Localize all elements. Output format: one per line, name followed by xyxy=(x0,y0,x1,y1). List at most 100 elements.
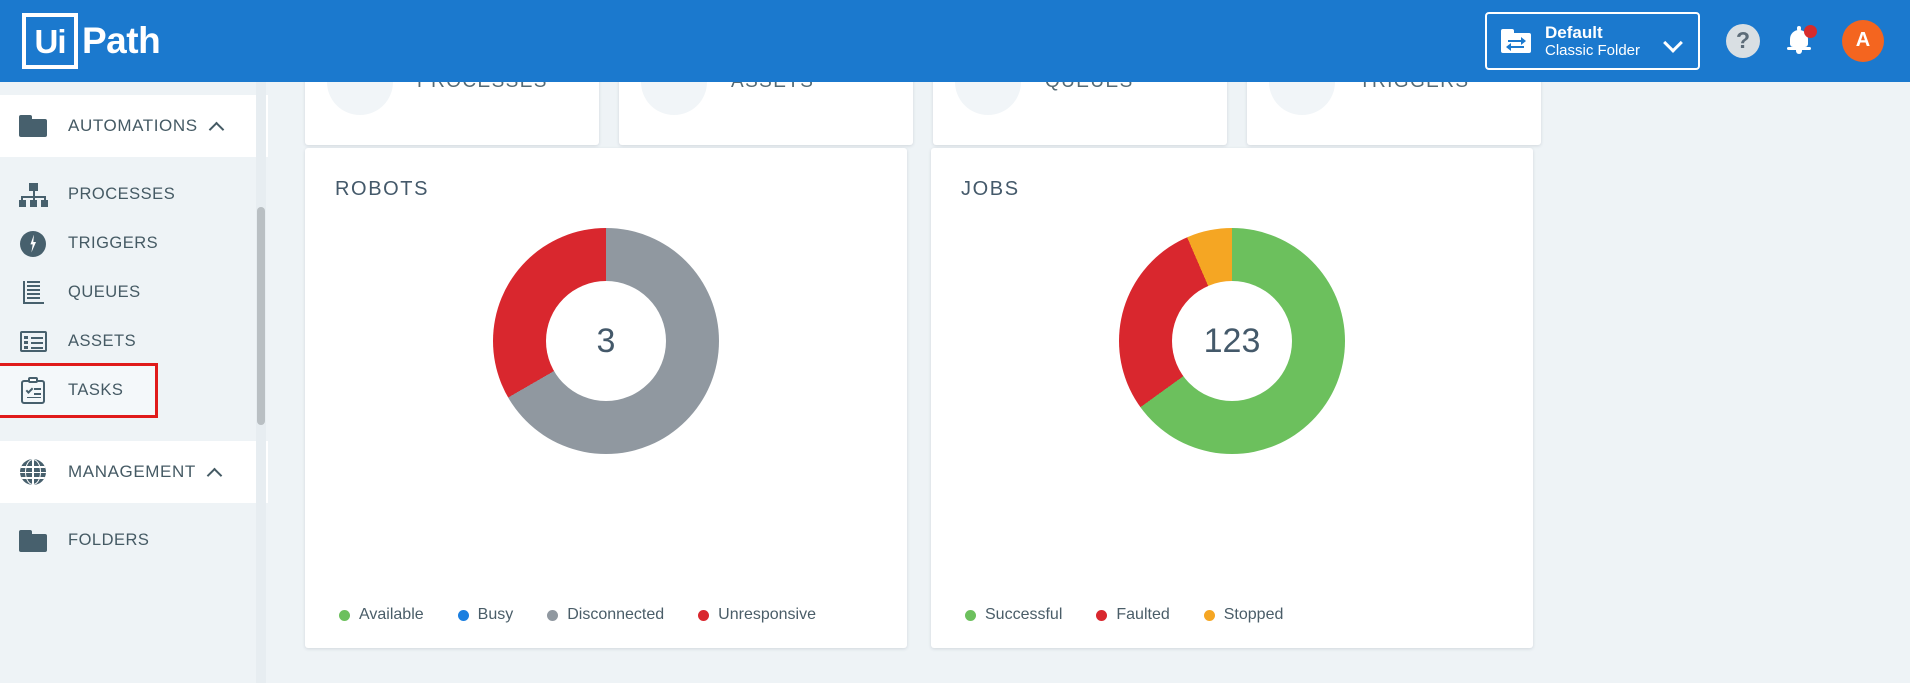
legend-label: Available xyxy=(359,606,424,623)
process-chart-icon xyxy=(18,180,48,210)
globe-icon xyxy=(18,457,48,487)
legend-label: Stopped xyxy=(1223,606,1284,623)
kpi-card-assets[interactable]: ASSETS xyxy=(619,82,913,145)
help-circle-icon[interactable]: ? xyxy=(1726,23,1760,58)
sidebar-item-processes[interactable]: PROCESSES xyxy=(0,170,268,219)
legend-label: Unresponsive xyxy=(718,606,816,623)
sidebar-section-label: AUTOMATIONS xyxy=(68,116,198,135)
sidebar-item-label: PROCESSES xyxy=(68,185,176,203)
kpi-card-triggers[interactable]: TRIGGERS xyxy=(1247,82,1541,145)
kpi-icon-placeholder xyxy=(955,82,1021,115)
kpi-icon-placeholder xyxy=(327,82,393,115)
robots-chart-card: ROBOTS 3 Available Busy Disconnected Unr… xyxy=(305,148,907,648)
sidebar-nav: AUTOMATIONS PROCESSES TRIGGERS QUEUES AS… xyxy=(0,82,268,683)
legend-color-swatch xyxy=(1203,609,1215,621)
sidebar-item-tasks[interactable]: TASKS xyxy=(0,363,158,418)
logo-mark-text: Ui xyxy=(34,22,67,60)
asset-list-icon xyxy=(18,327,48,357)
sidebar-section-management[interactable]: MANAGEMENT xyxy=(0,441,268,503)
robots-donut-chart[interactable]: 3 xyxy=(493,228,719,454)
kpi-card-queues[interactable]: QUEUES xyxy=(933,82,1227,145)
robots-chart-title: ROBOTS xyxy=(335,178,430,200)
kpi-label: QUEUES xyxy=(1045,82,1134,93)
kpi-label: TRIGGERS xyxy=(1359,82,1469,93)
jobs-total-value: 123 xyxy=(1203,321,1261,360)
legend-color-swatch xyxy=(698,609,710,621)
folder-switch-icon xyxy=(1501,28,1531,53)
sidebar-scrollbar-thumb[interactable] xyxy=(257,207,265,425)
chevron-up-icon[interactable] xyxy=(208,468,222,477)
kpi-label: PROCESSES xyxy=(417,82,548,93)
jobs-chart-title: JOBS xyxy=(961,178,1020,200)
dashboard-main: PROCESSES ASSETS QUEUES TRIGGERS ROBOTS xyxy=(268,82,1910,683)
legend-label: Disconnected xyxy=(567,606,665,623)
jobs-chart-legend: Successful Faulted Stopped xyxy=(965,606,1283,624)
lightning-bolt-icon xyxy=(18,229,48,259)
folder-type: Classic Folder xyxy=(1545,42,1641,60)
sidebar-item-folders[interactable]: FOLDERS xyxy=(0,516,268,565)
sidebar-item-triggers[interactable]: TRIGGERS xyxy=(0,219,268,268)
sidebar-item-label: QUEUES xyxy=(68,283,141,301)
sidebar-item-label: TASKS xyxy=(68,381,124,399)
kpi-card-row: PROCESSES ASSETS QUEUES TRIGGERS xyxy=(305,82,1541,145)
legend-item-successful[interactable]: Successful xyxy=(965,606,1062,624)
sidebar-top-spacer xyxy=(0,82,268,95)
help-glyph: ? xyxy=(1735,27,1751,54)
chevron-down-icon[interactable] xyxy=(1665,36,1682,46)
avatar[interactable]: A xyxy=(1842,19,1884,62)
sidebar-item-label: TRIGGERS xyxy=(68,234,159,252)
chevron-up-icon[interactable] xyxy=(210,122,224,131)
notification-badge xyxy=(1804,24,1817,38)
robots-chart-legend: Available Busy Disconnected Unresponsive xyxy=(339,606,816,624)
logo-wordmark: Path xyxy=(82,20,161,61)
legend-item-available[interactable]: Available xyxy=(339,606,424,624)
legend-label: Faulted xyxy=(1116,606,1170,623)
legend-item-faulted[interactable]: Faulted xyxy=(1096,606,1170,624)
robots-donut-wrap: 3 xyxy=(305,228,907,454)
kpi-icon-placeholder xyxy=(641,82,707,115)
queue-stack-icon xyxy=(18,278,48,308)
orchestrator-dashboard: Ui Path Default Classic Folder ? A AUTOM… xyxy=(0,0,1910,683)
robots-total-value: 3 xyxy=(596,321,616,360)
avatar-initial: A xyxy=(1855,29,1871,52)
jobs-chart-card: JOBS 123 Successful Faulted Stopped xyxy=(931,148,1533,648)
sidebar-item-assets[interactable]: ASSETS xyxy=(0,317,268,366)
folder-icon xyxy=(18,526,48,556)
legend-color-swatch xyxy=(1096,609,1108,621)
legend-item-stopped[interactable]: Stopped xyxy=(1203,606,1284,624)
legend-label: Busy xyxy=(477,606,514,623)
legend-item-disconnected[interactable]: Disconnected xyxy=(547,606,664,624)
legend-color-swatch xyxy=(339,609,350,621)
jobs-donut-center: 123 xyxy=(1172,281,1292,401)
robots-donut-center: 3 xyxy=(546,281,666,401)
folder-icon xyxy=(18,111,48,141)
sidebar-section-automations[interactable]: AUTOMATIONS xyxy=(0,95,268,157)
sidebar-item-label: ASSETS xyxy=(68,332,137,350)
sidebar-item-label: FOLDERS xyxy=(68,531,150,549)
legend-item-unresponsive[interactable]: Unresponsive xyxy=(698,606,816,624)
legend-color-swatch xyxy=(965,609,976,621)
bell-icon[interactable] xyxy=(1786,24,1817,58)
chart-card-row: ROBOTS 3 Available Busy Disconnected Unr… xyxy=(305,148,1533,648)
legend-label: Successful xyxy=(985,606,1063,623)
jobs-donut-chart[interactable]: 123 xyxy=(1119,228,1345,454)
kpi-card-processes[interactable]: PROCESSES xyxy=(305,82,599,145)
sidebar-item-queues[interactable]: QUEUES xyxy=(0,268,268,317)
app-header: Ui Path Default Classic Folder ? A xyxy=(0,0,1910,82)
folder-switcher-labels: Default Classic Folder xyxy=(1545,23,1640,60)
legend-color-swatch xyxy=(547,609,559,621)
folder-switcher-button[interactable]: Default Classic Folder xyxy=(1485,11,1700,71)
jobs-donut-wrap: 123 xyxy=(931,228,1533,454)
legend-item-busy[interactable]: Busy xyxy=(457,606,514,624)
kpi-label: ASSETS xyxy=(731,82,814,93)
folder-name: Default xyxy=(1545,22,1603,42)
kpi-icon-placeholder xyxy=(1269,82,1335,115)
legend-color-swatch xyxy=(457,609,469,621)
uipath-logo[interactable]: Ui Path xyxy=(22,13,161,69)
sidebar-section-label: MANAGEMENT xyxy=(68,462,196,481)
header-actions: Default Classic Folder ? A xyxy=(1485,11,1884,71)
